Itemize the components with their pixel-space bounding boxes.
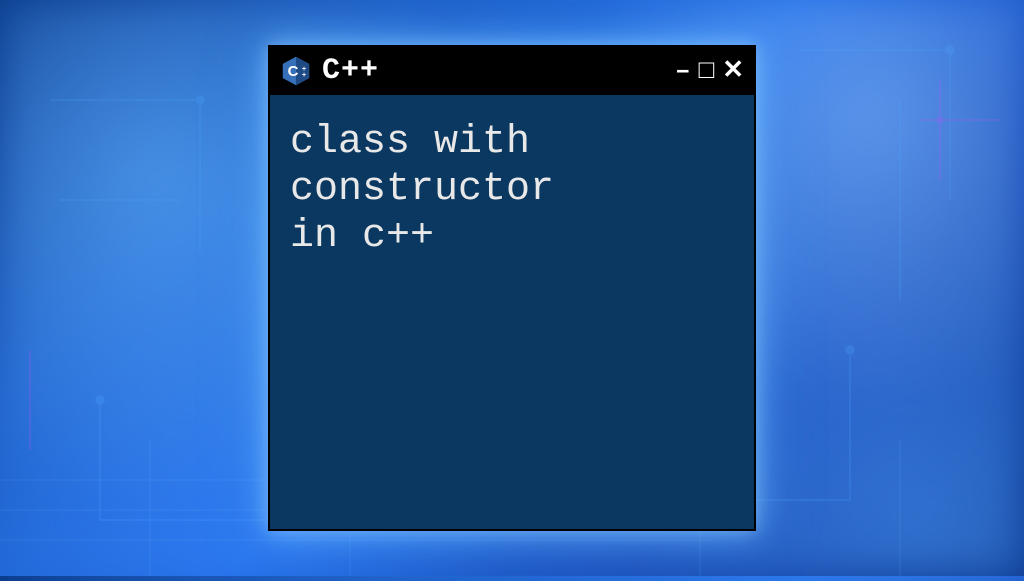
titlebar-left-group: C + + C++ bbox=[280, 54, 379, 88]
window-title: C++ bbox=[322, 54, 379, 88]
svg-text:+: + bbox=[302, 72, 306, 79]
minimize-button[interactable]: – bbox=[675, 58, 691, 84]
terminal-window: C + + C++ – □ ✕ class with constructor i… bbox=[268, 45, 756, 531]
close-button[interactable]: ✕ bbox=[722, 58, 744, 84]
window-body-text: class with constructor in c++ bbox=[270, 95, 754, 285]
window-titlebar[interactable]: C + + C++ – □ ✕ bbox=[270, 47, 754, 95]
maximize-button[interactable]: □ bbox=[699, 58, 715, 84]
window-controls: – □ ✕ bbox=[675, 58, 744, 84]
svg-text:C: C bbox=[288, 63, 299, 80]
cpp-icon: C + + bbox=[280, 55, 312, 87]
